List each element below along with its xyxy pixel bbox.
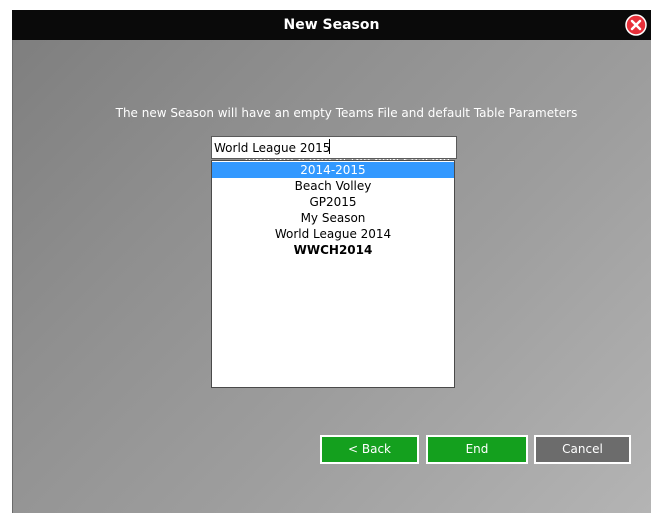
close-icon <box>625 14 647 36</box>
season-name-input[interactable] <box>211 136 457 159</box>
cancel-button[interactable]: Cancel <box>534 435 631 464</box>
info-text: The new Season will have an empty Teams … <box>115 106 578 120</box>
end-button[interactable]: End <box>426 435 528 464</box>
season-list-item[interactable]: Beach Volley <box>212 178 454 194</box>
text-caret <box>329 139 330 154</box>
title-bar: New Season <box>12 10 651 40</box>
season-list-item[interactable]: GP2015 <box>212 194 454 210</box>
dialog-title: New Season <box>283 17 380 33</box>
season-list-item[interactable]: WWCH2014 <box>212 242 454 258</box>
season-list-item[interactable]: World League 2014 <box>212 226 454 242</box>
new-season-dialog: New Season The new Season will have an e… <box>0 0 651 513</box>
season-list-item[interactable]: My Season <box>212 210 454 226</box>
season-list-item[interactable]: 2014-2015 <box>212 162 454 178</box>
back-button[interactable]: < Back <box>320 435 419 464</box>
close-button[interactable] <box>625 14 647 36</box>
existing-seasons-list[interactable]: 2014-2015 Beach Volley GP2015 My Season Worl… <box>211 160 455 388</box>
